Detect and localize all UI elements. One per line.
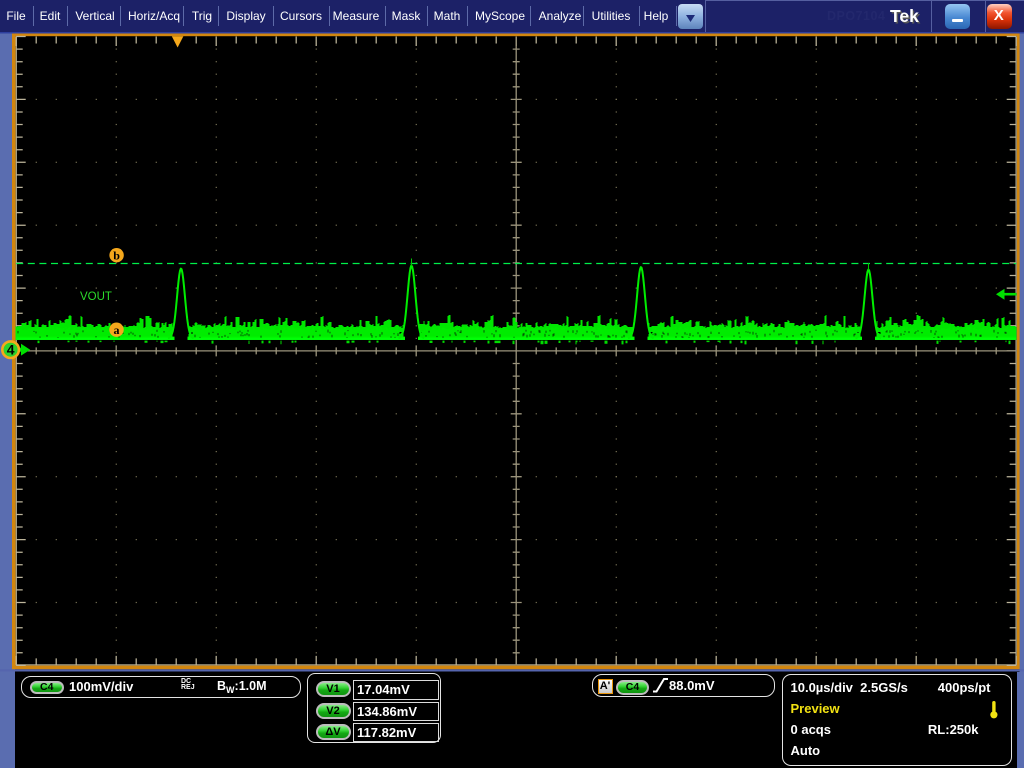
svg-text:b: b (113, 249, 120, 263)
svg-text:4: 4 (7, 342, 15, 358)
svg-text:a: a (114, 323, 120, 337)
svg-text:VOUT: VOUT (80, 291, 112, 303)
